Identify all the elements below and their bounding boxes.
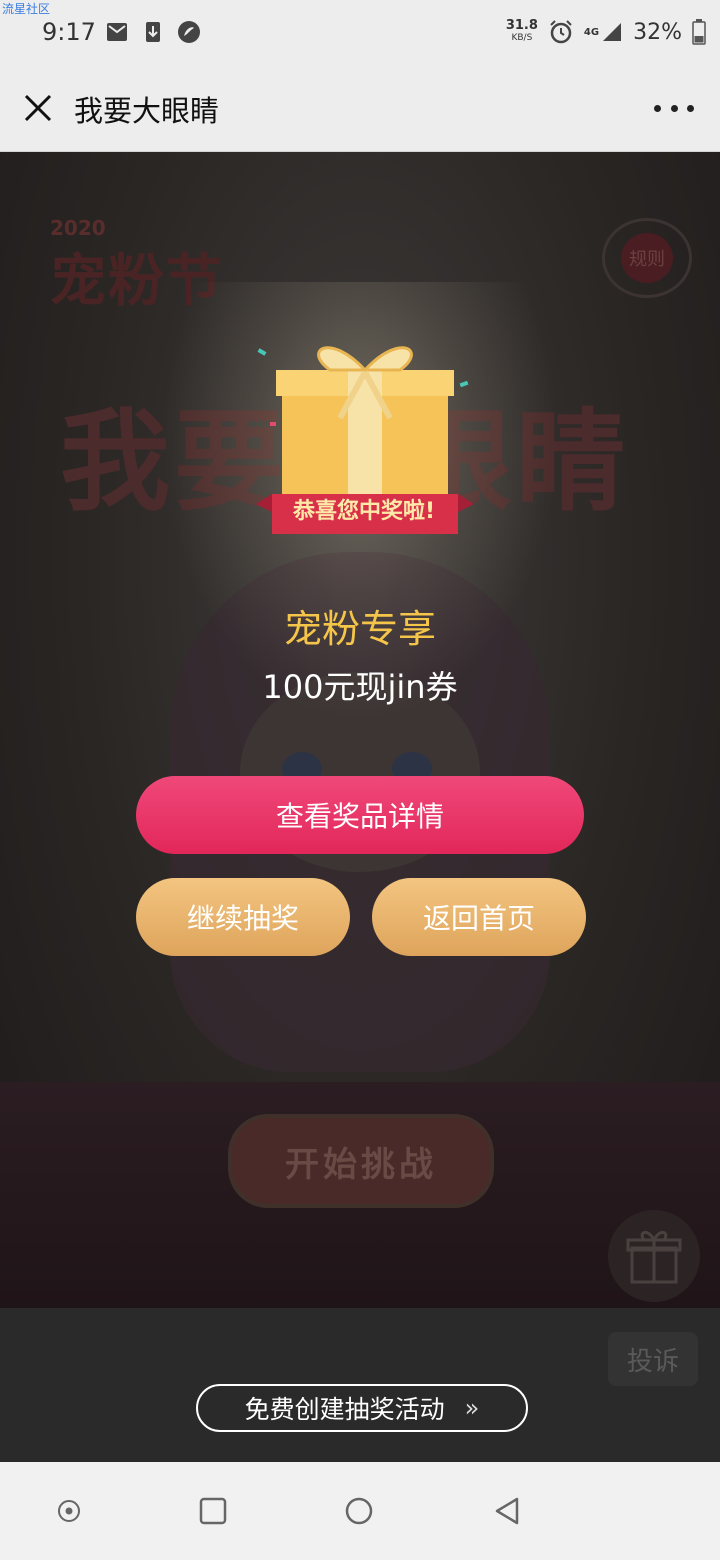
back-home-button[interactable]: 返回首页 (372, 878, 586, 956)
signal-indicator: 4G (584, 21, 623, 43)
more-dot-icon (687, 104, 694, 112)
watermark: 流星社区 (2, 2, 51, 16)
signal-icon (603, 23, 622, 41)
browser-icon (178, 21, 200, 43)
network-speed: 31.8 KB/S (505, 18, 538, 44)
system-navigation-bar (0, 1462, 720, 1560)
speed-unit: KB/S (511, 33, 533, 43)
start-challenge-button: 开始挑战 (228, 1114, 494, 1208)
close-icon[interactable] (18, 88, 58, 128)
gift-icon (626, 1231, 682, 1284)
continue-draw-label: 继续抽奖 (186, 902, 299, 935)
more-dot-icon (654, 104, 661, 112)
page-title: 我要大眼睛 (74, 94, 220, 128)
continue-draw-button[interactable]: 继续抽奖 (136, 878, 350, 956)
report-label: 投诉 (626, 1346, 679, 1377)
home-icon[interactable] (344, 1496, 374, 1526)
assistant-icon[interactable] (54, 1496, 84, 1526)
title-bar: 我要大眼睛 (0, 64, 720, 152)
start-challenge-label: 开始挑战 (285, 1144, 437, 1185)
create-activity-label: 免费创建抽奖活动 (244, 1395, 445, 1424)
gift-float-button (608, 1210, 700, 1302)
more-options-button[interactable] (654, 94, 694, 122)
rules-label: 规则 (621, 233, 673, 283)
mail-icon (107, 23, 127, 41)
view-prize-details-button[interactable]: 查看奖品详情 (136, 776, 584, 854)
back-icon[interactable] (492, 1496, 522, 1526)
create-activity-button[interactable]: 免费创建抽奖活动 » (196, 1384, 528, 1432)
network-type: 4G (583, 26, 600, 38)
prize-banner: 恭喜您中奖啦! (292, 499, 436, 524)
battery-icon (692, 19, 706, 45)
speed-value: 31.8 (505, 18, 538, 33)
download-icon (146, 22, 160, 42)
back-home-label: 返回首页 (422, 902, 535, 935)
rules-button[interactable]: 规则 (602, 218, 692, 298)
view-prize-details-label: 查看奖品详情 (275, 800, 444, 833)
status-bar: 流星社区 9:17 31.8 KB/S 4G 32% (0, 0, 720, 64)
more-dot-icon (670, 104, 678, 112)
status-indicators: 31.8 KB/S 4G 32% (506, 14, 706, 50)
prize-title: 宠粉专享 (283, 607, 436, 651)
alarm-icon (550, 20, 572, 44)
status-time: 9:17 (42, 18, 96, 46)
recent-apps-icon[interactable] (198, 1496, 228, 1526)
footer: 投诉 免费创建抽奖活动 » (0, 1308, 720, 1462)
prize-description: 100元现jin券 (262, 668, 458, 706)
report-button[interactable]: 投诉 (608, 1332, 698, 1386)
battery-percent: 32% (633, 19, 682, 45)
double-chevron-right-icon: » (464, 1394, 480, 1422)
prize-overlay: 2020 宠粉节 规则 我要大眼睛 开始挑战 恭喜您中奖啦! 宠粉专享 100元… (0, 152, 720, 1308)
